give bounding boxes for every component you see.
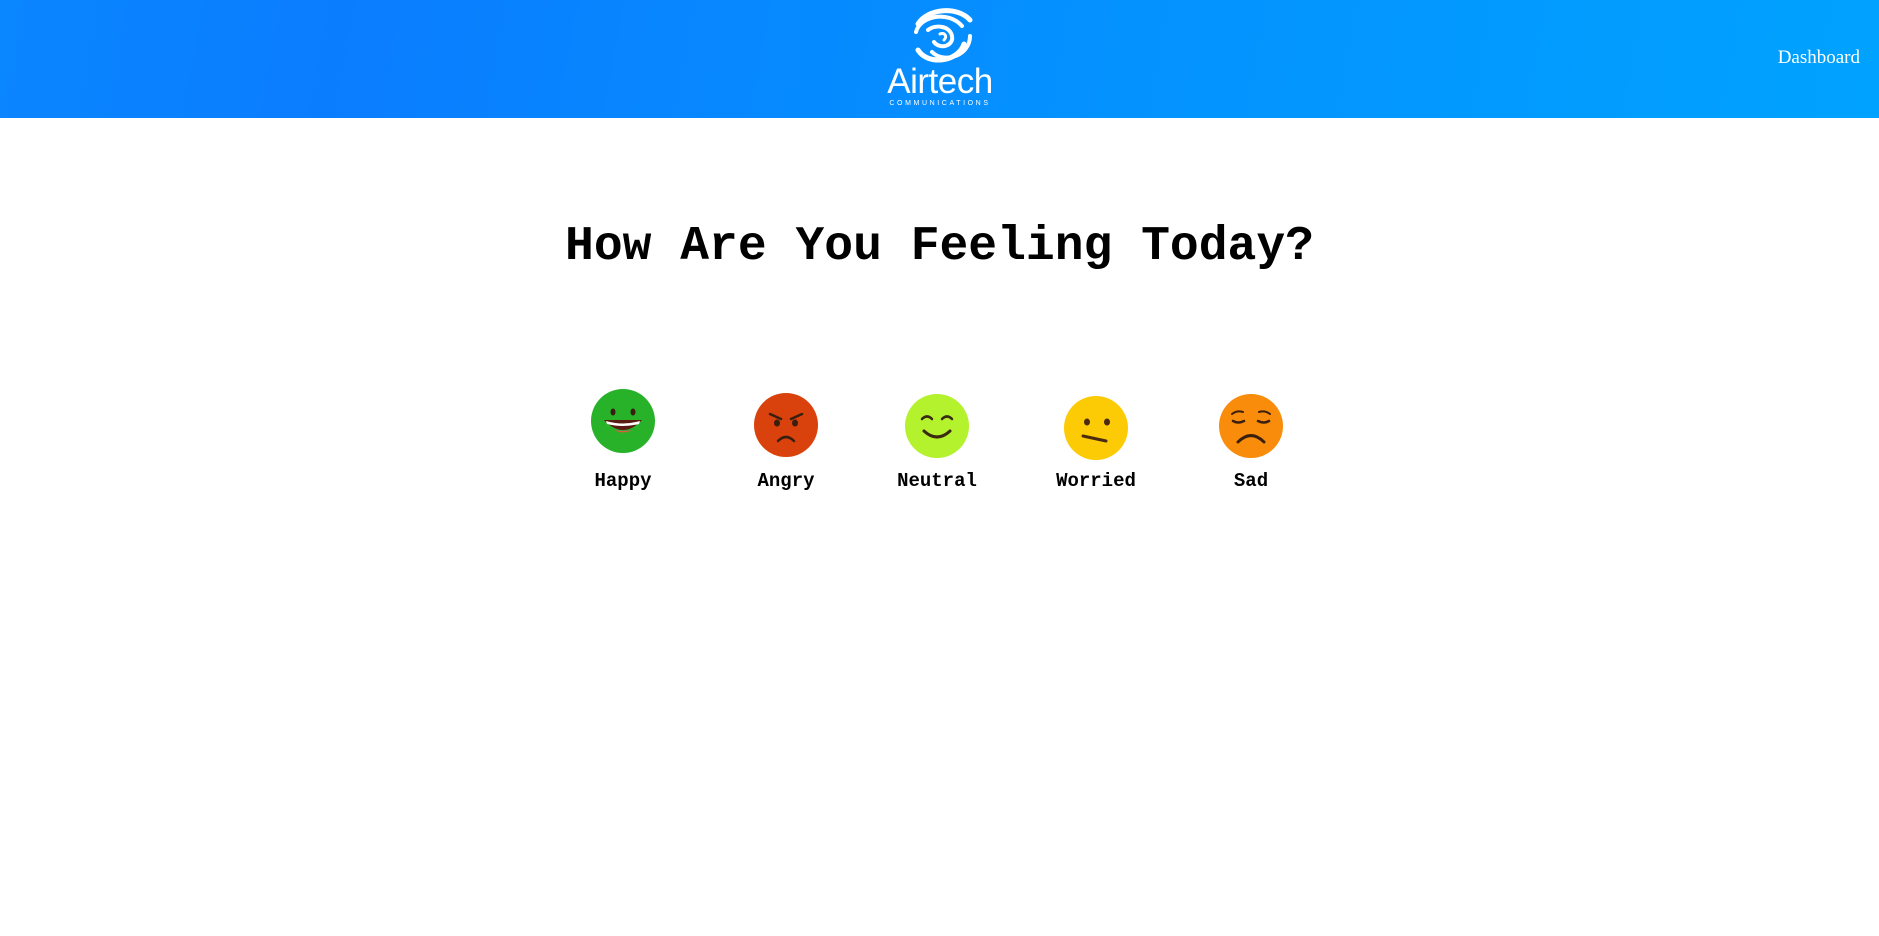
mood-label-neutral: Neutral	[897, 470, 977, 492]
dashboard-link[interactable]: Dashboard	[1778, 47, 1860, 69]
page-title: How Are You Feeling Today?	[565, 220, 1314, 274]
mood-option-worried[interactable]: Worried	[1036, 395, 1156, 492]
neutral-face-icon	[905, 394, 969, 458]
logo-text: Airtech	[887, 62, 993, 101]
swirl-logo-icon	[914, 8, 973, 63]
mood-option-sad[interactable]: Sad	[1191, 393, 1311, 492]
mood-label-happy: Happy	[594, 470, 652, 492]
sad-face-icon	[1219, 394, 1283, 458]
airtech-logo[interactable]: Airtech COMMUNICATIONS	[878, 6, 1002, 112]
angry-face-icon	[754, 393, 818, 457]
app-header: Airtech COMMUNICATIONS Dashboard	[0, 0, 1879, 118]
happy-face-icon	[591, 389, 655, 453]
mood-label-sad: Sad	[1233, 470, 1269, 492]
logo-subtext: COMMUNICATIONS	[889, 100, 991, 107]
mood-label-worried: Worried	[1056, 470, 1136, 492]
mood-option-angry[interactable]: Angry	[726, 392, 846, 492]
worried-face-icon	[1064, 396, 1128, 460]
mood-label-angry: Angry	[757, 470, 815, 492]
mood-option-happy[interactable]: Happy	[563, 388, 683, 492]
mood-option-neutral[interactable]: Neutral	[877, 393, 997, 492]
